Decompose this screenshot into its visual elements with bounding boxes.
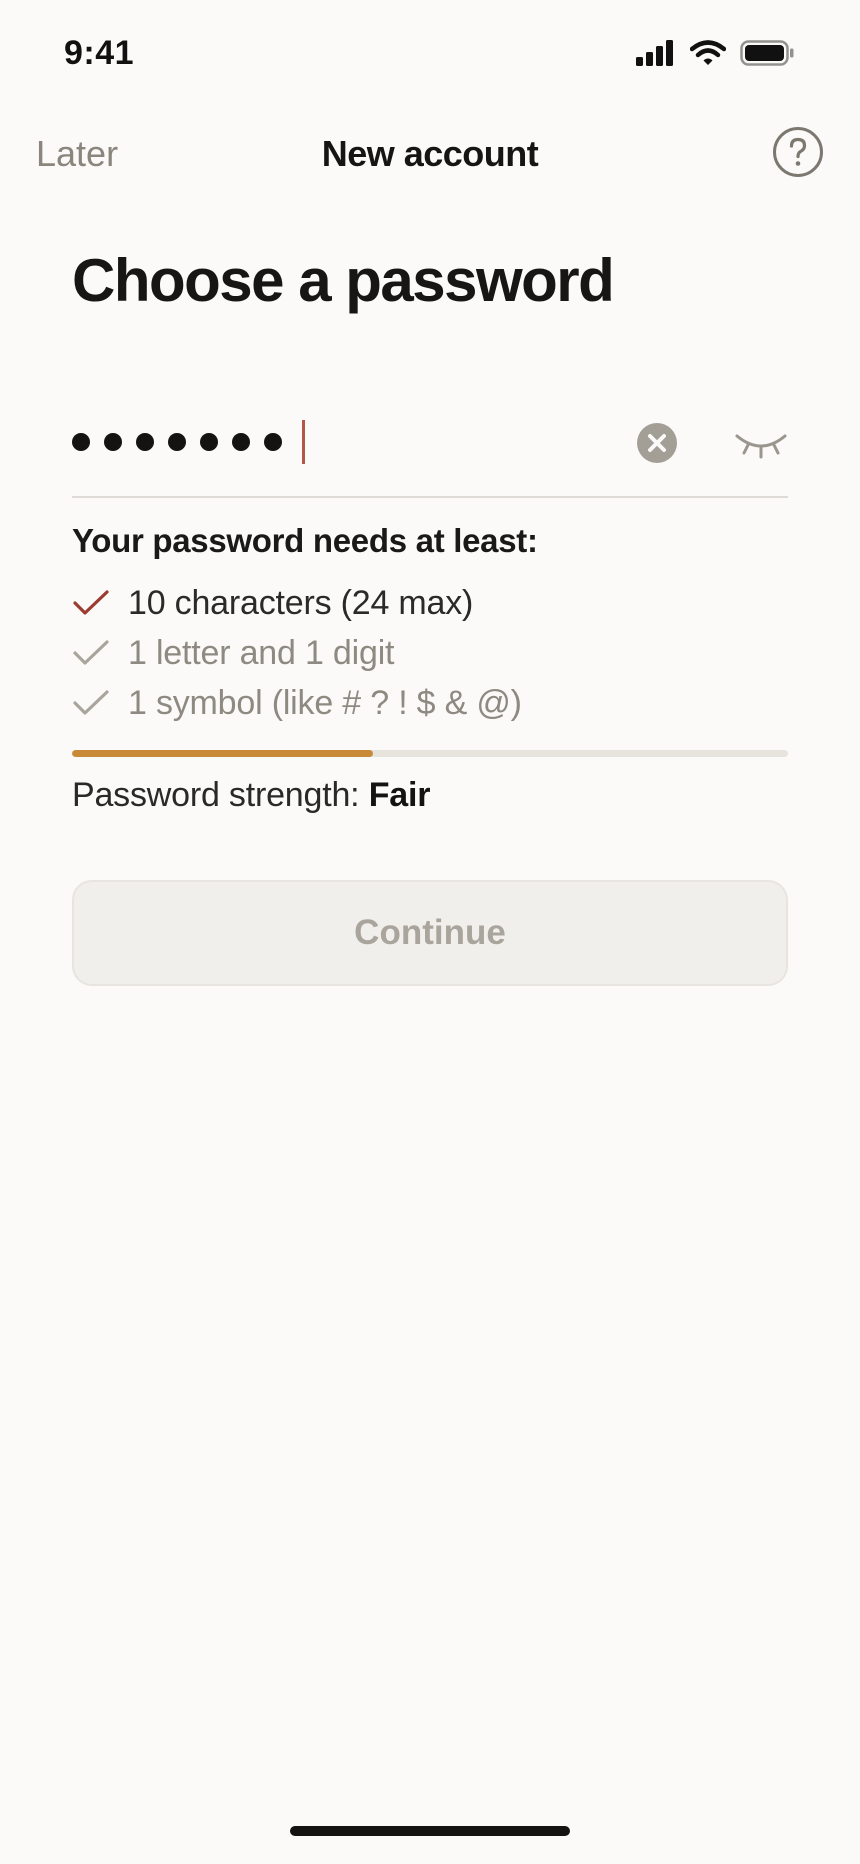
- requirement-label: 1 symbol (like # ? ! $ & @): [128, 683, 522, 722]
- strength-label: Password strength: Fair: [72, 776, 430, 815]
- requirement-item-letter-digit: 1 letter and 1 digit: [72, 628, 522, 678]
- password-dot: [104, 433, 122, 451]
- requirement-label: 1 letter and 1 digit: [128, 633, 395, 672]
- status-icons: [636, 40, 794, 66]
- strength-meter: [72, 750, 788, 757]
- check-icon: [73, 690, 109, 715]
- status-time: 9:41: [64, 34, 135, 72]
- nav-bar: Later New account: [0, 115, 860, 195]
- eye-closed-icon: [735, 434, 787, 459]
- password-dot: [136, 433, 154, 451]
- clear-circle-icon: [637, 423, 677, 463]
- clear-password-button[interactable]: [636, 422, 678, 464]
- help-button[interactable]: [772, 126, 824, 178]
- check-icon: [73, 590, 109, 615]
- home-indicator[interactable]: [290, 1826, 570, 1836]
- password-dot: [232, 433, 250, 451]
- password-dot: [264, 433, 282, 451]
- password-masked-value: [72, 420, 305, 464]
- show-password-button[interactable]: [734, 426, 788, 462]
- requirement-label: 10 characters (24 max): [128, 583, 474, 622]
- requirement-item-symbol: 1 symbol (like # ? ! $ & @): [72, 678, 522, 728]
- requirement-item-length: 10 characters (24 max): [72, 578, 522, 628]
- nav-title: New account: [321, 133, 539, 174]
- strength-label-text: Password strength:: [72, 776, 360, 814]
- strength-meter-fill: [72, 750, 373, 757]
- requirements-list: 10 characters (24 max) 1 letter and 1 di…: [72, 578, 522, 728]
- page-title: Choose a password: [72, 247, 615, 314]
- password-field[interactable]: [72, 400, 788, 498]
- battery-icon: [740, 40, 794, 66]
- password-dot: [72, 433, 90, 451]
- strength-value: Fair: [368, 776, 431, 814]
- continue-button[interactable]: Continue: [72, 880, 788, 986]
- password-dot: [200, 433, 218, 451]
- text-caret: [302, 420, 305, 464]
- status-bar: 9:41: [0, 0, 860, 110]
- requirements-heading: Your password needs at least:: [72, 522, 538, 559]
- cellular-signal-icon: [636, 40, 673, 66]
- wifi-icon: [690, 40, 726, 65]
- check-icon: [73, 640, 109, 665]
- password-dot: [168, 433, 186, 451]
- question-circle-icon: [773, 127, 823, 177]
